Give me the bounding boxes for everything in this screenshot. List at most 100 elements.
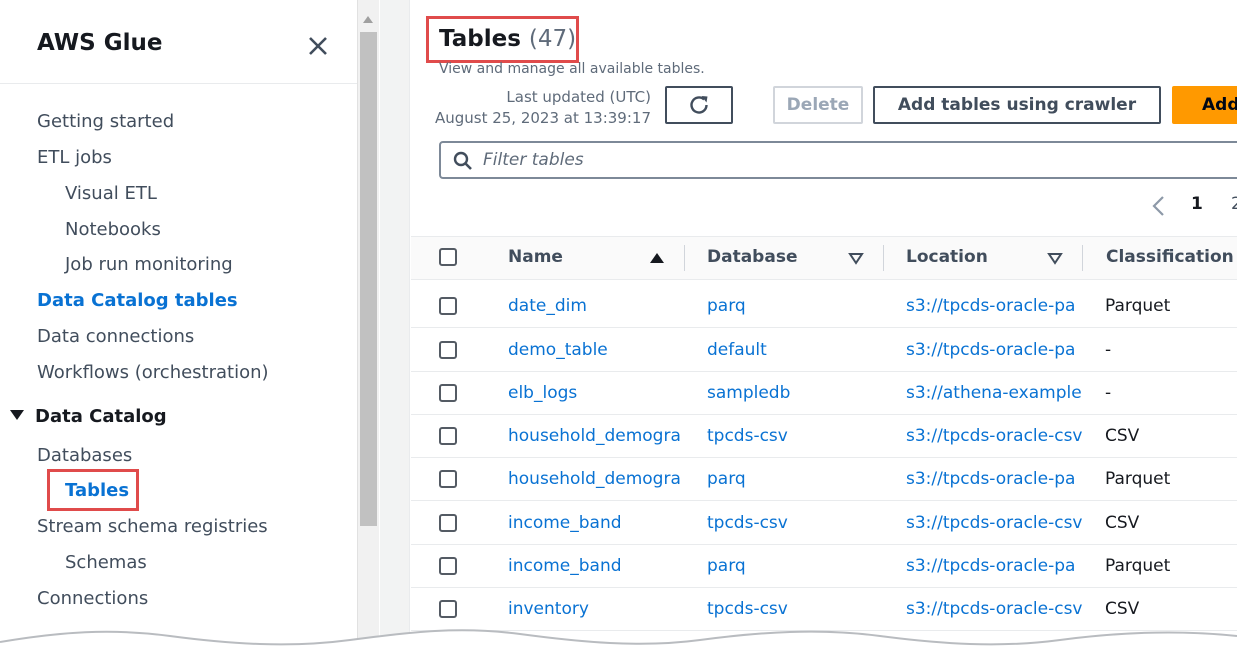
last-updated-value: August 25, 2023 at 13:39:17 bbox=[434, 109, 651, 127]
location-link[interactable]: s3://athena-example bbox=[906, 383, 1084, 403]
database-link[interactable]: sampledb bbox=[707, 383, 877, 403]
database-link[interactable]: tpcds-csv bbox=[707, 426, 877, 446]
refresh-icon bbox=[690, 96, 708, 114]
table-name-link[interactable]: income_band bbox=[508, 556, 686, 576]
table-name-link[interactable]: household_demogra bbox=[508, 426, 686, 446]
location-link[interactable]: s3://tpcds-oracle-pa bbox=[906, 469, 1084, 489]
sort-descending-icon[interactable] bbox=[1047, 251, 1063, 265]
nav-data-catalog-tables[interactable]: Data Catalog tables bbox=[37, 290, 238, 311]
row-checkbox[interactable] bbox=[439, 384, 457, 402]
table-name-link[interactable]: elb_logs bbox=[508, 383, 686, 403]
sidebar-scrollbar[interactable] bbox=[357, 0, 379, 653]
nav-job-run-monitoring[interactable]: Job run monitoring bbox=[65, 254, 233, 275]
table-name-link[interactable]: date_dim bbox=[508, 296, 686, 316]
sidebar-title: AWS Glue bbox=[37, 30, 163, 56]
last-updated: Last updated (UTC) August 25, 2023 at 13… bbox=[435, 87, 651, 129]
table-row[interactable]: income_band parq s3://tpcds-oracle-pa Pa… bbox=[411, 545, 1237, 588]
location-link[interactable]: s3://tpcds-oracle-pa bbox=[906, 340, 1084, 360]
sort-descending-icon[interactable] bbox=[848, 251, 864, 265]
location-link[interactable]: s3://tpcds-oracle-pa bbox=[906, 296, 1084, 316]
nav-notebooks[interactable]: Notebooks bbox=[65, 219, 161, 240]
database-link[interactable]: parq bbox=[707, 296, 877, 316]
nav-getting-started[interactable]: Getting started bbox=[37, 111, 174, 132]
add-table-button[interactable]: Add bbox=[1172, 86, 1237, 124]
nav-visual-etl[interactable]: Visual ETL bbox=[65, 183, 157, 204]
database-link[interactable]: tpcds-csv bbox=[707, 513, 877, 533]
classification-cell: CSV bbox=[1105, 599, 1140, 619]
select-all-checkbox[interactable] bbox=[439, 248, 457, 266]
classification-cell: CSV bbox=[1105, 513, 1140, 533]
table-name-link[interactable]: household_demogra bbox=[508, 469, 686, 489]
nav-connections[interactable]: Connections bbox=[37, 588, 148, 609]
row-checkbox[interactable] bbox=[439, 427, 457, 445]
classification-cell: Parquet bbox=[1105, 296, 1171, 316]
filter-tables-input[interactable] bbox=[483, 148, 1183, 172]
column-header-database[interactable]: Database bbox=[707, 247, 797, 267]
scrollbar-thumb[interactable] bbox=[360, 32, 377, 526]
table-count: (47) bbox=[528, 26, 577, 52]
main-content: Tables (47) View and manage all availabl… bbox=[380, 0, 1237, 653]
row-checkbox[interactable] bbox=[439, 341, 457, 359]
close-navigation-button[interactable] bbox=[303, 31, 333, 61]
table-name-link[interactable]: inventory bbox=[508, 599, 686, 619]
delete-button[interactable]: Delete bbox=[773, 86, 863, 124]
location-link[interactable]: s3://tpcds-oracle-csv bbox=[906, 426, 1084, 446]
caret-down-icon bbox=[10, 410, 24, 420]
row-checkbox[interactable] bbox=[439, 470, 457, 488]
refresh-button[interactable] bbox=[665, 86, 733, 124]
table-row[interactable]: income_band tpcds-csv s3://tpcds-oracle-… bbox=[411, 502, 1237, 545]
database-link[interactable]: parq bbox=[707, 469, 877, 489]
nav-workflows[interactable]: Workflows (orchestration) bbox=[37, 362, 269, 383]
database-link[interactable]: parq bbox=[707, 556, 877, 576]
table-name-link[interactable]: demo_table bbox=[508, 340, 686, 360]
last-updated-label: Last updated (UTC) bbox=[506, 88, 651, 106]
database-link[interactable]: default bbox=[707, 340, 877, 360]
tables-panel: Tables (47) View and manage all availabl… bbox=[411, 0, 1237, 653]
row-checkbox[interactable] bbox=[439, 297, 457, 315]
search-icon bbox=[453, 151, 472, 170]
row-checkbox[interactable] bbox=[439, 557, 457, 575]
nav-section-data-catalog[interactable]: Data Catalog bbox=[9, 406, 167, 427]
row-checkbox[interactable] bbox=[439, 514, 457, 532]
main-gutter bbox=[380, 0, 410, 653]
sidebar-header: AWS Glue bbox=[0, 0, 357, 84]
chevron-left-icon[interactable] bbox=[1151, 195, 1165, 217]
tables-highlight-box bbox=[47, 469, 139, 511]
add-tables-using-crawler-button[interactable]: Add tables using crawler bbox=[873, 86, 1161, 124]
table-row[interactable]: household_demogra parq s3://tpcds-oracle… bbox=[411, 458, 1237, 501]
classification-cell: - bbox=[1105, 340, 1112, 360]
column-header-location[interactable]: Location bbox=[906, 247, 988, 267]
scroll-up-arrow-icon[interactable] bbox=[363, 16, 373, 23]
table-row[interactable]: date_dim parq s3://tpcds-oracle-pa Parqu… bbox=[411, 285, 1237, 328]
classification-cell: Parquet bbox=[1105, 469, 1171, 489]
column-divider bbox=[883, 245, 884, 271]
page-2-button[interactable]: 2 bbox=[1231, 194, 1237, 214]
location-link[interactable]: s3://tpcds-oracle-csv bbox=[906, 513, 1084, 533]
nav-etl-jobs[interactable]: ETL jobs bbox=[37, 147, 112, 168]
page-1-button[interactable]: 1 bbox=[1191, 194, 1203, 214]
sort-ascending-icon[interactable] bbox=[649, 251, 665, 265]
page-title: Tables (47) bbox=[439, 26, 576, 52]
nav-schemas[interactable]: Schemas bbox=[65, 552, 147, 573]
classification-cell: Parquet bbox=[1105, 556, 1171, 576]
nav-databases[interactable]: Databases bbox=[37, 445, 132, 466]
nav-data-connections[interactable]: Data connections bbox=[37, 326, 194, 347]
location-link[interactable]: s3://tpcds-oracle-csv bbox=[906, 599, 1084, 619]
table-row[interactable]: inventory tpcds-csv s3://tpcds-oracle-cs… bbox=[411, 588, 1237, 631]
table-row[interactable]: demo_table default s3://tpcds-oracle-pa … bbox=[411, 329, 1237, 372]
side-navigation: AWS Glue Getting started ETL jobs Visual… bbox=[0, 0, 357, 653]
classification-cell: - bbox=[1105, 383, 1112, 403]
location-link[interactable]: s3://tpcds-oracle-pa bbox=[906, 556, 1084, 576]
column-header-name[interactable]: Name bbox=[508, 247, 563, 267]
column-header-classification[interactable]: Classification bbox=[1106, 247, 1234, 267]
column-divider bbox=[684, 245, 685, 271]
row-checkbox[interactable] bbox=[439, 600, 457, 618]
table-name-link[interactable]: income_band bbox=[508, 513, 686, 533]
table-header: Name Database Location Classification bbox=[411, 236, 1237, 280]
nav-stream-schema-registries[interactable]: Stream schema registries bbox=[37, 516, 268, 537]
nav-section-label: Data Catalog bbox=[35, 406, 167, 427]
table-row[interactable]: household_demogra tpcds-csv s3://tpcds-o… bbox=[411, 415, 1237, 458]
database-link[interactable]: tpcds-csv bbox=[707, 599, 877, 619]
column-divider bbox=[1082, 245, 1083, 271]
table-row[interactable]: elb_logs sampledb s3://athena-example - bbox=[411, 372, 1237, 415]
